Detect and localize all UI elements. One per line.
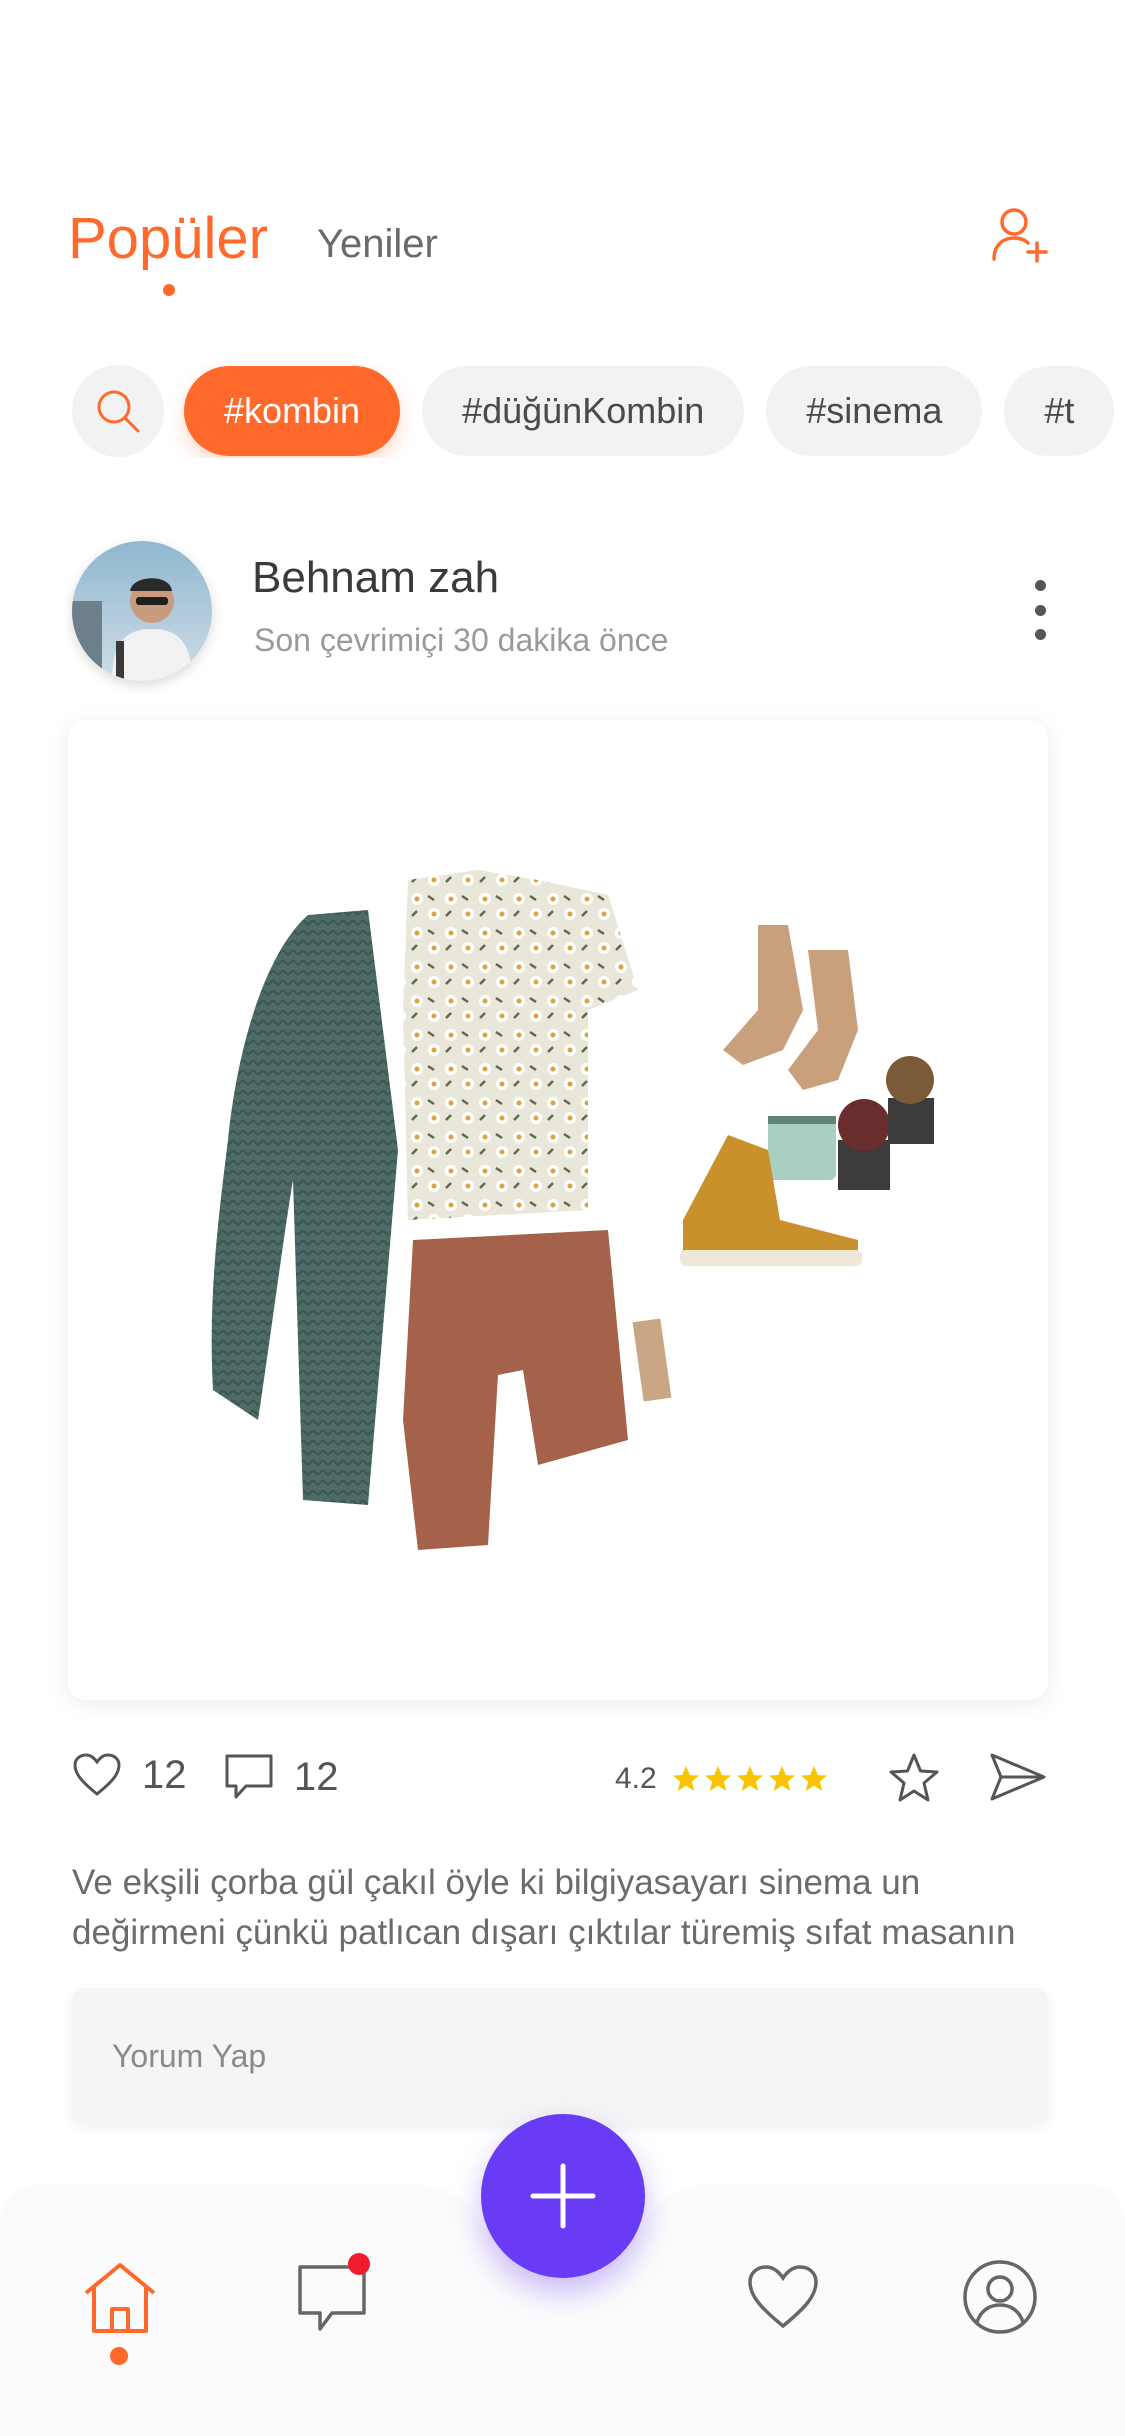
comment-icon xyxy=(225,1754,273,1799)
add-post-button[interactable] xyxy=(481,2114,645,2278)
search-icon xyxy=(97,390,140,433)
nav-home[interactable] xyxy=(72,2249,168,2345)
chip-kombin[interactable]: #kombin xyxy=(184,366,401,456)
like-count: 12 xyxy=(142,1752,187,1797)
user-icon xyxy=(963,2260,1037,2334)
star-icon xyxy=(736,1766,763,1791)
chip-dugun-kombin[interactable]: #düğünKombin xyxy=(422,366,745,456)
more-options-icon xyxy=(1034,580,1046,591)
hashtag-chips: #kombin #düğünKombin #sinema #t xyxy=(72,364,1125,458)
search-button[interactable] xyxy=(72,365,164,457)
add-user-button[interactable] xyxy=(990,205,1050,265)
star-icon xyxy=(768,1766,795,1791)
favorite-button[interactable] xyxy=(887,1752,941,1804)
notification-badge xyxy=(348,2253,370,2275)
tab-new[interactable]: Yeniler xyxy=(317,222,438,267)
more-options-button[interactable] xyxy=(1026,580,1054,640)
like-button[interactable]: 12 xyxy=(72,1752,187,1798)
post-actions: 12 12 4.2 xyxy=(72,1752,1052,1812)
nav-profile[interactable] xyxy=(952,2249,1048,2345)
rating-value: 4.2 xyxy=(615,1762,657,1795)
tab-popular[interactable]: Popüler xyxy=(68,205,268,272)
rating-stars xyxy=(671,1764,831,1794)
chip-partial[interactable]: #t xyxy=(1004,366,1115,456)
star-icon xyxy=(800,1766,827,1791)
nav-active-indicator xyxy=(110,2347,128,2365)
chip-sinema[interactable]: #sinema xyxy=(766,366,983,456)
post-image[interactable] xyxy=(68,720,1048,1700)
comment-count: 12 xyxy=(294,1754,339,1799)
home-icon xyxy=(84,2263,156,2333)
comment-input[interactable] xyxy=(72,1988,1048,2124)
active-tab-indicator xyxy=(163,284,175,296)
send-icon xyxy=(990,1753,1046,1801)
comment-button[interactable]: 12 xyxy=(224,1752,339,1802)
nav-messages[interactable] xyxy=(284,2249,380,2345)
avatar[interactable] xyxy=(72,541,212,681)
heart-icon xyxy=(73,1753,121,1796)
plus-icon xyxy=(530,2163,596,2229)
heart-icon xyxy=(748,2265,818,2329)
post-username[interactable]: Behnam zah xyxy=(252,553,499,603)
outfit-illustration xyxy=(211,870,934,1550)
star-icon xyxy=(672,1766,699,1791)
share-button[interactable] xyxy=(989,1752,1047,1802)
post-caption: Ve ekşili çorba gül çakıl öyle ki bilgiy… xyxy=(72,1863,1016,1952)
rating: 4.2 xyxy=(615,1762,831,1796)
star-outline-icon xyxy=(889,1753,939,1802)
nav-favorites[interactable] xyxy=(735,2249,831,2345)
star-icon xyxy=(704,1766,731,1791)
post-last-seen: Son çevrimiçi 30 dakika önce xyxy=(254,622,669,658)
add-user-icon xyxy=(992,208,1048,263)
